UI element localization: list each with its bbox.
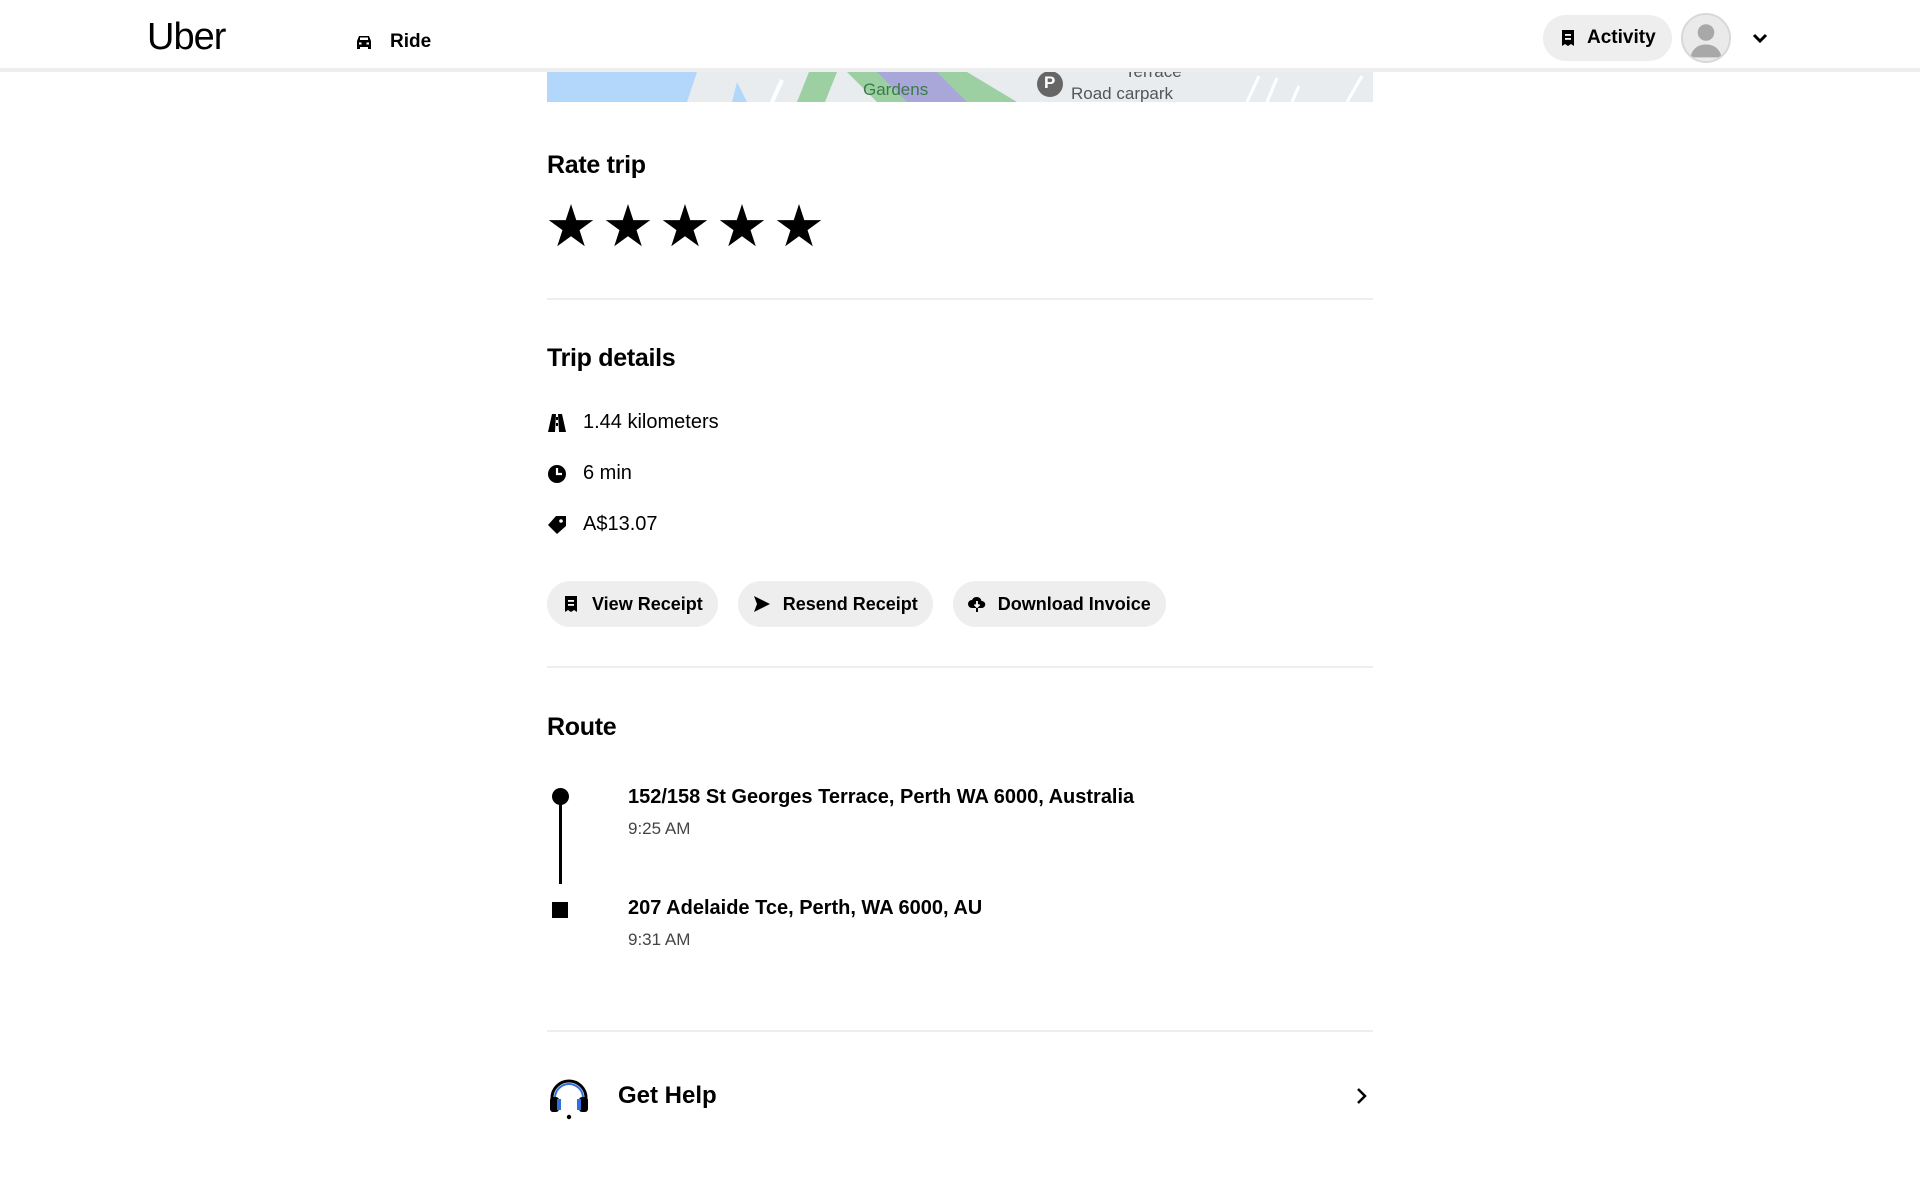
clock-icon — [548, 464, 566, 483]
map-parking-marker: P — [1044, 73, 1056, 92]
star-2[interactable]: ★ — [602, 198, 654, 256]
distance-value: 1.44 kilometers — [583, 411, 719, 433]
divider — [547, 1030, 1373, 1032]
view-receipt-button[interactable]: View Receipt — [547, 581, 718, 627]
receipt-icon — [565, 596, 577, 612]
receipt-actions: View Receipt Resend Receipt Download Inv… — [547, 581, 1166, 627]
dropoff-time: 9:31 AM — [628, 930, 691, 949]
resend-receipt-button[interactable]: Resend Receipt — [737, 581, 933, 627]
get-help-label: Get Help — [618, 1082, 717, 1109]
tag-icon — [548, 515, 566, 534]
road-icon — [548, 413, 566, 432]
download-invoice-label: Download Invoice — [997, 593, 1151, 614]
divider — [547, 666, 1373, 668]
headset-icon — [550, 1079, 588, 1120]
trip-duration: 6 min — [547, 462, 632, 485]
nav-ride-label: Ride — [390, 31, 432, 52]
car-icon — [357, 36, 371, 49]
map-label-gardens: Gardens — [863, 80, 929, 99]
download-invoice-button[interactable]: Download Invoice — [952, 581, 1166, 627]
divider — [547, 298, 1373, 300]
trip-map[interactable]: Gardens P Terrace Road carpark — [547, 72, 1373, 102]
view-receipt-label: View Receipt — [592, 593, 703, 614]
receipt-icon — [1562, 30, 1574, 46]
dropoff-address: 207 Adelaide Tce, Perth, WA 6000, AU — [628, 897, 983, 919]
activity-button[interactable]: Activity — [1543, 15, 1672, 61]
get-help-row[interactable]: Get Help — [547, 1066, 1373, 1126]
chevron-down-icon[interactable] — [1750, 28, 1770, 48]
rate-trip-title: Rate trip — [547, 151, 646, 179]
trip-fare: A$13.07 — [547, 513, 658, 536]
send-icon — [753, 596, 770, 612]
map-label-carpark: Road carpark — [1071, 84, 1174, 102]
star-5[interactable]: ★ — [773, 198, 825, 256]
route-title: Route — [547, 713, 617, 741]
nav-ride-link[interactable]: Ride — [352, 30, 431, 54]
resend-receipt-label: Resend Receipt — [782, 593, 918, 614]
activity-label: Activity — [1587, 27, 1656, 48]
duration-value: 6 min — [583, 462, 632, 484]
fare-value: A$13.07 — [583, 513, 658, 535]
top-navigation-bar: Uber Ride Activity — [0, 0, 1920, 72]
map-label-terrace: Terrace — [1125, 72, 1182, 82]
dropoff-stop: 207 Adelaide Tce, Perth, WA 6000, AU 9:3… — [628, 897, 982, 950]
trip-details-title: Trip details — [547, 344, 676, 372]
pickup-address: 152/158 St Georges Terrace, Perth WA 600… — [628, 786, 1135, 808]
avatar-icon — [1690, 24, 1722, 58]
uber-logo[interactable]: Uber — [147, 16, 226, 59]
star-4[interactable]: ★ — [716, 198, 768, 256]
trip-distance: 1.44 kilometers — [547, 411, 719, 434]
star-1[interactable]: ★ — [545, 198, 597, 256]
pickup-stop: 152/158 St Georges Terrace, Perth WA 600… — [628, 786, 1134, 839]
star-rating[interactable]: ★ ★ ★ ★ ★ — [545, 198, 825, 256]
chevron-right-icon — [1357, 1088, 1367, 1104]
cloud-download-icon — [967, 596, 986, 612]
star-3[interactable]: ★ — [659, 198, 711, 256]
avatar[interactable] — [1681, 13, 1731, 63]
dropoff-marker — [552, 902, 568, 918]
route-line — [559, 798, 562, 884]
pickup-time: 9:25 AM — [628, 819, 691, 838]
